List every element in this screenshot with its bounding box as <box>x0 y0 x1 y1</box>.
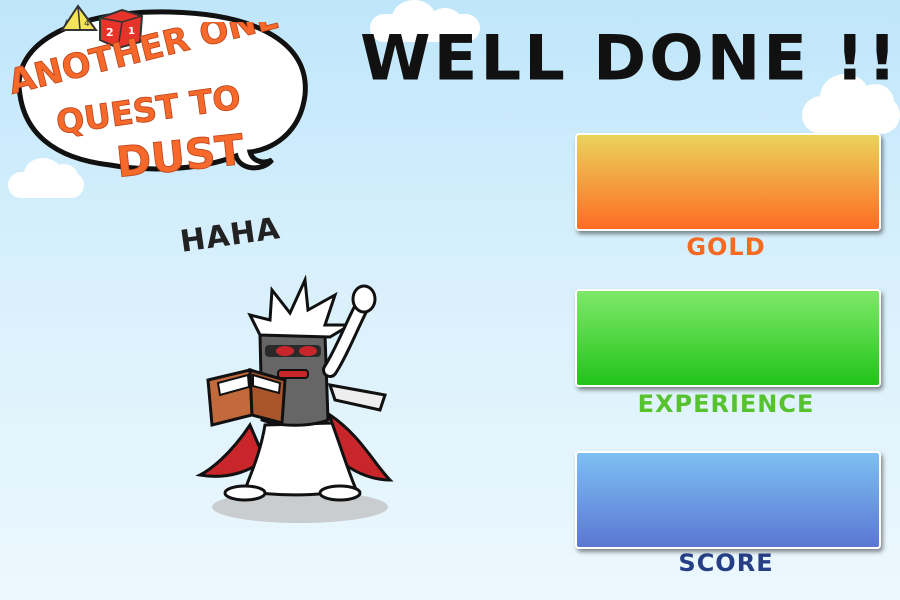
logo-title: ANOTHER ONE QUEST TO DUST <box>8 22 284 187</box>
score-label: SCORE <box>678 549 774 577</box>
page-title: WELL DONE !! <box>360 22 900 96</box>
gold-bar <box>575 133 881 231</box>
cloud <box>802 74 900 134</box>
game-logo: / 4 2 1 ANOTHER ONE QUEST TO DUST <box>0 0 330 200</box>
spellbook-icon <box>206 367 287 427</box>
wizard-character <box>195 275 394 523</box>
logo-line-3: DUST <box>114 125 247 187</box>
character-speech: HAHA <box>178 211 283 260</box>
experience-label: EXPERIENCE <box>637 390 815 418</box>
gold-label: GOLD <box>686 233 766 261</box>
experience-bar <box>575 289 881 387</box>
score-bar <box>575 451 881 549</box>
